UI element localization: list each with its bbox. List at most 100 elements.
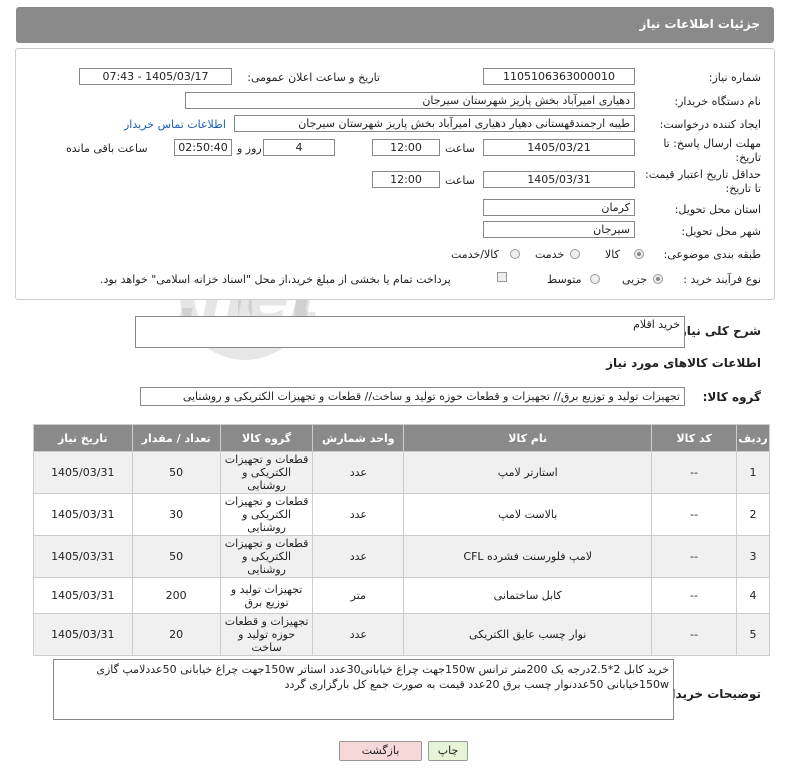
cell-date: 1405/03/31 [33,493,133,536]
deadline-label: مهلت ارسال پاسخ: تا [663,137,761,150]
process-minor-radio[interactable] [653,274,663,284]
print-button[interactable]: چاپ [428,741,468,761]
remaining-time-field: 02:50:40 [174,139,232,156]
cell-unit: عدد [312,451,405,494]
process-label: نوع فرآیند خرید : [683,273,761,286]
cell-unit: عدد [312,493,405,536]
category-goods-text: کالا [605,248,620,261]
cell-qty: 50 [131,451,221,494]
category-goods-service-text: کالا/خدمت [451,248,499,261]
min-valid-label-2: تا تاریخ: [725,182,761,195]
category-goods-radio[interactable] [634,249,644,259]
payment-note: پرداخت تمام یا بخشی از مبلغ خرید،از محل … [100,273,451,286]
table-row: 1 -- استارتر لامپ عدد قطعات و تجهیزات الکتری… [33,451,770,494]
days-label: روز و [237,142,262,155]
goods-table: ردیف کد کالا نام کالا واحد شمارش گروه کا… [33,424,770,656]
deadline-date-field: 1405/03/21 [483,139,635,156]
cell-name: لامپ فلورسنت فشرده CFL [403,535,653,578]
need-number-field: 1105106363000010 [483,68,635,85]
col-index: ردیف [736,424,770,452]
cell-group: تجهیزات تولید و توزیع برق [219,577,314,614]
announce-label: تاریخ و ساعت اعلان عمومی: [247,71,380,84]
summary-field: خرید اقلام [135,316,685,348]
table-header-row: ردیف کد کالا نام کالا واحد شمارش گروه کا… [33,424,770,452]
col-group: گروه کالا [219,424,314,452]
cell-unit: عدد [312,535,405,578]
province-field: کرمان [483,199,635,216]
cell-code: -- [651,535,738,578]
goods-group-label: گروه کالا: [702,390,761,404]
cell-group: قطعات و تجهیزات الکتریکی و روشنایی [219,451,314,494]
cell-name: استارتر لامپ [403,451,653,494]
treasury-payment-checkbox[interactable] [497,272,507,282]
creator-field: طیبه ارجمندقهستانی دهیار دهیاری امیرآباد… [234,115,635,132]
buyer-notes-label: توضیحات خریدار: [659,687,761,701]
buyer-notes-field: خرید کابل 2*2.5درجه یک 200متر ترانس 150w… [53,659,674,720]
col-date: تاریخ نیاز [33,424,133,452]
cell-qty: 20 [131,613,221,656]
valid-date-field: 1405/03/31 [483,171,635,188]
cell-code: -- [651,577,738,614]
table-row: 2 -- بالاست لامپ عدد قطعات و تجهیزات الکتریک… [33,493,770,536]
cell-date: 1405/03/31 [33,535,133,578]
table-row: 5 -- نوار چسب عایق الکتریکی عدد تجهیزات و قط… [33,613,770,656]
cell-idx: 5 [736,613,770,656]
city-field: سیرجان [483,221,635,238]
page-header: جزئیات اطلاعات نیاز [16,7,774,43]
summary-label: شرح کلی نیاز: [675,324,761,338]
deadline-time-field: 12:00 [372,139,440,156]
back-button[interactable]: بازگشت [339,741,422,761]
province-label: استان محل تحویل: [674,203,761,216]
min-valid-label: حداقل تاریخ اعتبار قیمت: [645,168,761,181]
col-unit: واحد شمارش [312,424,405,452]
cell-date: 1405/03/31 [33,451,133,494]
cell-unit: متر [312,577,405,614]
goods-group-field: تجهیزات تولید و توزیع برق// تجهیزات و قط… [140,387,685,406]
cell-qty: 200 [131,577,221,614]
cell-unit: عدد [312,613,405,656]
category-goods-service-radio[interactable] [510,249,520,259]
valid-time-field: 12:00 [372,171,440,188]
cell-code: -- [651,451,738,494]
cell-code: -- [651,493,738,536]
announce-field: 1405/03/17 - 07:43 [79,68,232,85]
goods-info-title: اطلاعات کالاهای مورد نیاز [606,356,761,370]
table-row: 3 -- لامپ فلورسنت فشرده CFL عدد قطعات و تجهی… [33,535,770,578]
cell-group: قطعات و تجهیزات الکتریکی و روشنایی [219,493,314,536]
cell-code: -- [651,613,738,656]
cell-group: قطعات و تجهیزات الکتریکی و روشنایی [219,535,314,578]
cell-name: نوار چسب عایق الکتریکی [403,613,653,656]
col-name: نام کالا [403,424,653,452]
deadline-label-2: تاریخ: [735,151,761,164]
process-minor-text: جزیی [622,273,648,286]
remaining-label: ساعت باقی مانده [66,142,148,155]
category-service-text: خدمت [535,248,565,261]
city-label: شهر محل تحویل: [681,225,761,238]
cell-idx: 3 [736,535,770,578]
cell-name: بالاست لامپ [403,493,653,536]
cell-date: 1405/03/31 [33,613,133,656]
col-code: کد کالا [651,424,738,452]
need-number-label: شماره نیاز: [708,71,761,84]
table-row: 4 -- کابل ساختمانی متر تجهیزات تولید و توزیع… [33,577,770,614]
buyer-org-field: دهیاری امیرآباد بخش پاریز شهرستان سیرجان [185,92,635,109]
cell-idx: 4 [736,577,770,614]
creator-label: ایجاد کننده درخواست: [659,118,761,131]
cell-name: کابل ساختمانی [403,577,653,614]
valid-time-label: ساعت [445,174,475,187]
cell-qty: 30 [131,493,221,536]
page-title: جزئیات اطلاعات نیاز [639,17,760,31]
days-field: 4 [263,139,335,156]
category-label: طبقه بندی موضوعی: [663,248,761,261]
cell-idx: 2 [736,493,770,536]
buyer-org-label: نام دستگاه خریدار: [674,95,761,108]
category-service-radio[interactable] [570,249,580,259]
buyer-contact-link[interactable]: اطلاعات تماس خریدار [124,118,226,131]
cell-qty: 50 [131,535,221,578]
process-medium-text: متوسط [547,273,582,286]
col-qty: تعداد / مقدار [131,424,221,452]
process-medium-radio[interactable] [590,274,600,284]
cell-group: تجهیزات و قطعات حوزه تولید و ساخت [219,613,314,656]
cell-idx: 1 [736,451,770,494]
cell-date: 1405/03/31 [33,577,133,614]
